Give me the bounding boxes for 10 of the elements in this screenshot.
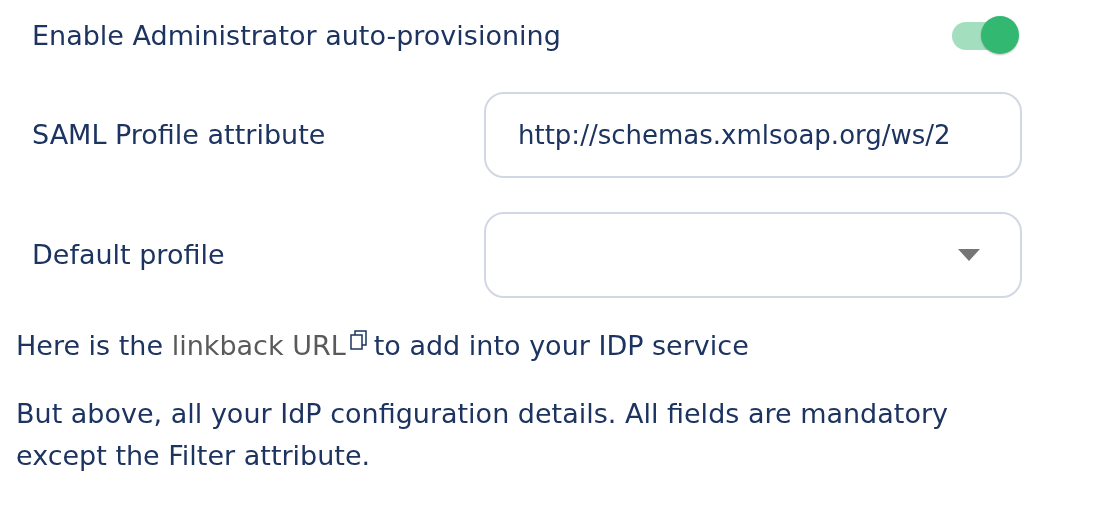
toggle-label: Enable Administrator auto-provisioning — [31, 18, 561, 53]
field-label: SAML Profile attribute — [31, 117, 326, 152]
linkback-text: Here is the linkback URL to add into your IDP service — [16, 329, 750, 363]
copy-icon[interactable] — [349, 330, 368, 350]
linkback-link[interactable]: linkback URL — [171, 330, 346, 361]
text-field[interactable]: http://schemas.xmlsoap.org/ws/2 — [484, 92, 1022, 178]
info-text: But above, all your IdP configuration details. All fields are mandatory except the Filter attribute. — [16, 396, 949, 473]
select-field[interactable] — [484, 212, 1022, 298]
caret-icon — [958, 249, 980, 261]
field-label: Default profile — [31, 237, 225, 272]
